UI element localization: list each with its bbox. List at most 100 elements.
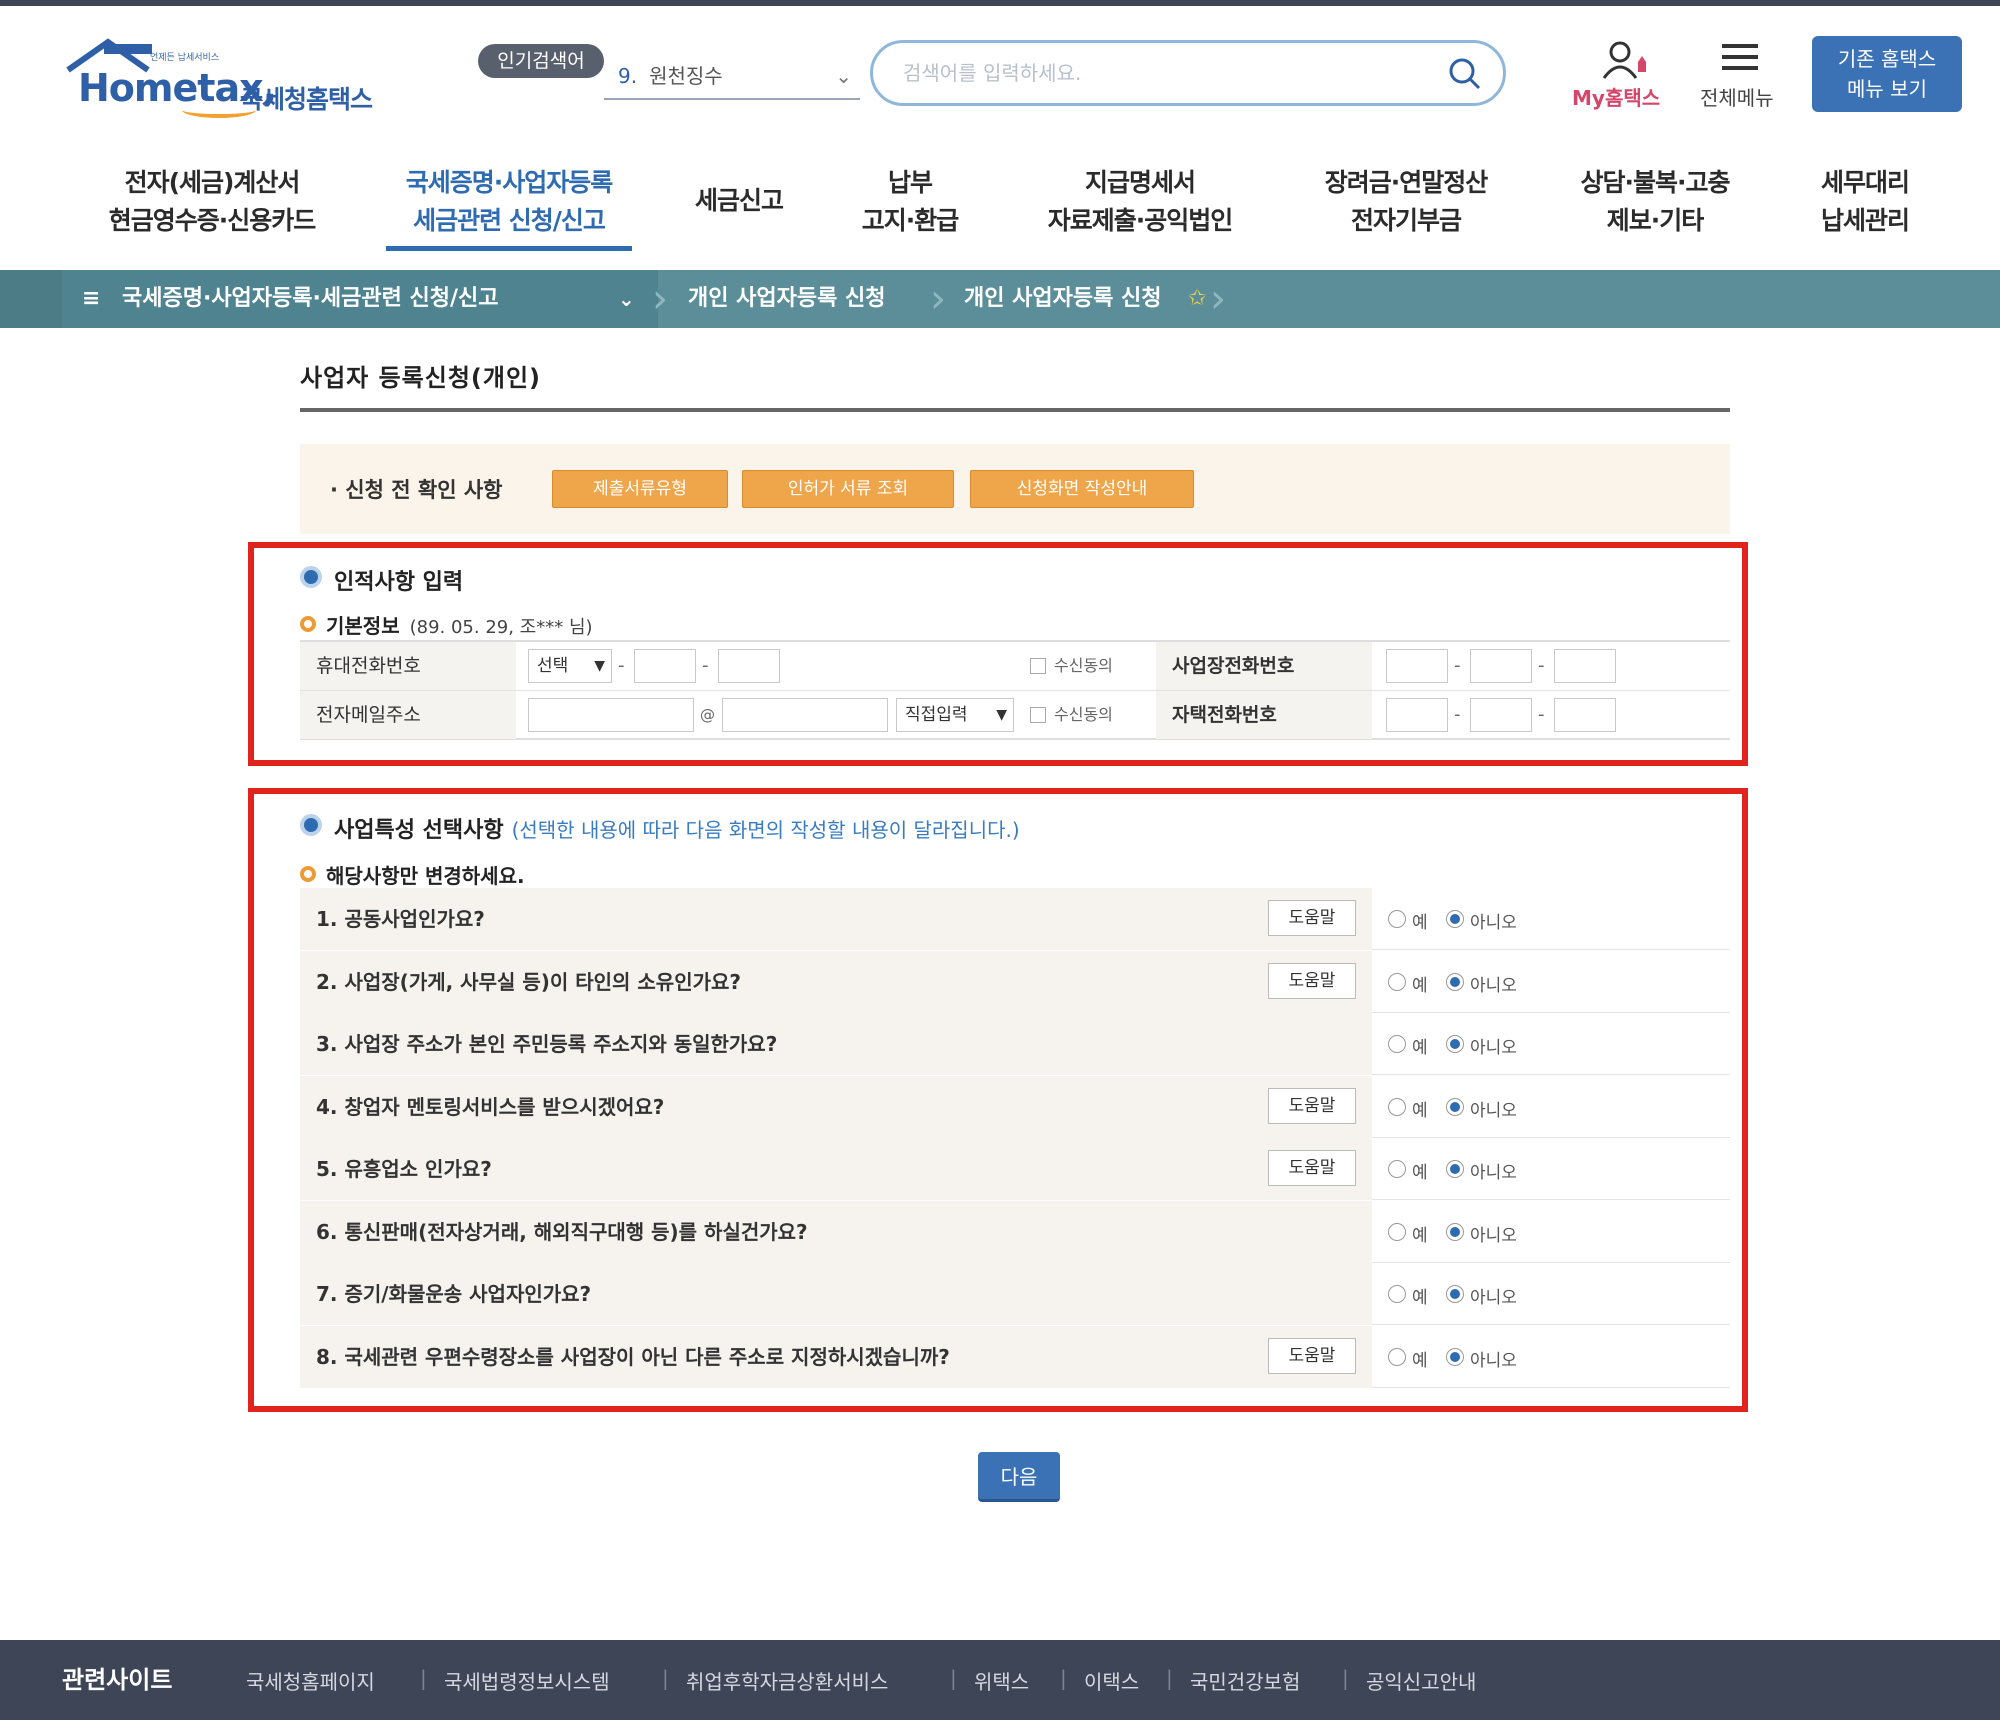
footer-separator: | xyxy=(1060,1666,1067,1690)
search-icon[interactable] xyxy=(1447,56,1483,92)
no-radio[interactable] xyxy=(1446,972,1464,991)
yes-label: 예 xyxy=(1412,1038,1428,1058)
help-button[interactable]: 도움말 xyxy=(1268,900,1356,936)
yes-label: 예 xyxy=(1412,1225,1428,1246)
mobile-label: 휴대전화번호 xyxy=(300,642,516,690)
all-menu-link[interactable]: 전체메뉴 xyxy=(1700,82,1774,111)
form-guide-button[interactable]: 신청화면 작성안내 xyxy=(970,470,1194,508)
no-radio[interactable] xyxy=(1446,1285,1464,1303)
title-divider xyxy=(300,408,1730,412)
help-button[interactable]: 도움말 xyxy=(1268,1150,1356,1186)
home-phone-last-input[interactable] xyxy=(1554,698,1616,732)
gnb-item-consult[interactable]: 상담·불복·고충 제보·기타 xyxy=(1550,164,1760,240)
chevron-down-icon: ▼ xyxy=(996,707,1007,723)
search-input[interactable]: 검색어를 입력하세요. xyxy=(870,40,1506,106)
footer-link[interactable]: 취업후학자금상환서비스 xyxy=(686,1666,888,1695)
select-value: 직접입력 xyxy=(905,705,968,725)
mobile-last-input[interactable] xyxy=(718,649,780,683)
hamburger-menu-icon[interactable] xyxy=(1722,44,1758,74)
yes-radio[interactable] xyxy=(1388,1222,1406,1241)
no-radio[interactable] xyxy=(1446,910,1464,928)
no-radio[interactable] xyxy=(1446,1160,1464,1178)
next-button[interactable]: 다음 xyxy=(978,1452,1060,1502)
favorite-star-icon[interactable]: ✩ xyxy=(1188,270,1206,328)
yes-radio[interactable] xyxy=(1388,1347,1406,1366)
chevron-down-icon[interactable]: ⌄ xyxy=(618,270,635,328)
email-id-input[interactable] xyxy=(528,698,694,732)
user-icon[interactable] xyxy=(1598,40,1652,80)
old-menu-button[interactable]: 기존 홈택스 메뉴 보기 xyxy=(1812,36,1962,112)
gnb-label: 세금관련 신청/신고 xyxy=(413,206,606,235)
no-radio[interactable] xyxy=(1446,1097,1464,1116)
no-radio[interactable] xyxy=(1446,1347,1464,1366)
gnb-item-statement[interactable]: 지급명세서 자료제출·공익법인 xyxy=(1030,164,1250,240)
question-row: 6. 통신판매(전자상거래, 해외직구대행 등)를 하실건가요? 예 아니오 xyxy=(300,1200,1730,1263)
footer-link[interactable]: 위택스 xyxy=(974,1666,1029,1695)
footer-link[interactable]: 국세청홈페이지 xyxy=(246,1666,375,1695)
sms-consent-checkbox[interactable] xyxy=(1030,658,1046,674)
footer-link[interactable]: 국세법령정보시스템 xyxy=(444,1666,610,1695)
footer-separator: | xyxy=(1166,1666,1173,1690)
logo-tagline: 언제든 납세서비스 xyxy=(150,53,220,63)
breadcrumb-item-category[interactable]: 국세증명·사업자등록·세금관련 신청/신고 xyxy=(122,270,499,328)
basic-info-heading: 기본정보 (89. 05. 29, 조*** 님) xyxy=(326,610,593,639)
dash: - xyxy=(1454,704,1461,725)
biz-phone-last-input[interactable] xyxy=(1554,649,1616,683)
breadcrumb-item-menu[interactable]: 개인 사업자등록 신청 xyxy=(688,270,885,328)
biz-phone-middle-input[interactable] xyxy=(1470,649,1532,683)
gnb-label: 국세증명·사업자등록 xyxy=(405,168,614,197)
section-bullet-icon xyxy=(300,566,322,588)
home-phone-area-input[interactable] xyxy=(1386,698,1448,732)
email-domain-select[interactable]: 직접입력 ▼ xyxy=(896,698,1014,732)
business-traits-heading: 사업특성 선택사항 (선택한 내용에 따라 다음 화면의 작성할 내용이 달라집니… xyxy=(334,812,1020,844)
home-phone-middle-input[interactable] xyxy=(1470,698,1532,732)
yes-radio[interactable] xyxy=(1388,1160,1406,1178)
mobile-middle-input[interactable] xyxy=(634,649,696,683)
yes-label: 예 xyxy=(1412,975,1428,996)
popular-search-select[interactable]: 9. 원천징수 ⌄ xyxy=(604,54,860,100)
yes-label: 예 xyxy=(1412,1350,1428,1371)
footer-link[interactable]: 이택스 xyxy=(1084,1666,1139,1695)
yes-radio[interactable] xyxy=(1388,1285,1406,1303)
email-domain-input[interactable] xyxy=(722,698,888,732)
gnb-item-certificate[interactable]: 국세증명·사업자등록 세금관련 신청/신고 xyxy=(386,164,632,240)
permit-lookup-button[interactable]: 인허가 서류 조회 xyxy=(742,470,954,508)
no-label: 아니오 xyxy=(1470,1225,1517,1246)
sub-bullet-icon xyxy=(300,616,316,632)
no-label: 아니오 xyxy=(1470,1163,1517,1183)
question-row: 5. 유흥업소 인가요? 도움말 예 아니오 xyxy=(300,1138,1730,1200)
help-button[interactable]: 도움말 xyxy=(1268,1337,1356,1374)
yes-radio[interactable] xyxy=(1388,1097,1406,1116)
question-text: 1. 공동사업인가요? xyxy=(300,888,1372,950)
gnb-item-tax-report[interactable]: 세금신고 xyxy=(676,182,802,220)
gnb-label: 납세관리 xyxy=(1820,206,1910,235)
email-consent-checkbox[interactable] xyxy=(1030,707,1046,723)
gnb-item-payment[interactable]: 납부 고지·환급 xyxy=(842,164,978,240)
gnb-item-tax-agent[interactable]: 세무대리 납세관리 xyxy=(1800,164,1930,240)
my-hometax-link[interactable]: My홈택스 xyxy=(1572,82,1660,111)
mobile-prefix-select[interactable]: 선택 ▼ xyxy=(528,649,612,683)
yes-radio[interactable] xyxy=(1388,910,1406,928)
at-sign: @ xyxy=(700,706,715,724)
popular-search-badge: 인기검색어 xyxy=(478,44,604,78)
yes-radio[interactable] xyxy=(1388,1035,1406,1053)
biz-phone-area-input[interactable] xyxy=(1386,649,1448,683)
gnb-item-incentive[interactable]: 장려금·연말정산 전자기부금 xyxy=(1296,164,1516,240)
question-text: 6. 통신판매(전자상거래, 해외직구대행 등)를 하실건가요? xyxy=(300,1200,1372,1263)
yes-radio[interactable] xyxy=(1388,972,1406,991)
gnb-item-invoice[interactable]: 전자(세금)계산서 현금영수증·신용카드 xyxy=(92,164,332,240)
no-radio[interactable] xyxy=(1446,1222,1464,1241)
footer-link[interactable]: 국민건강보험 xyxy=(1190,1666,1300,1695)
no-label: 아니오 xyxy=(1470,1038,1517,1058)
help-button[interactable]: 도움말 xyxy=(1268,962,1356,999)
document-type-button[interactable]: 제출서류유형 xyxy=(552,470,728,508)
footer-link[interactable]: 공익신고안내 xyxy=(1366,1666,1476,1695)
help-button[interactable]: 도움말 xyxy=(1268,1087,1356,1124)
traits-subheading: 해당사항만 변경하세요. xyxy=(326,864,525,888)
no-radio[interactable] xyxy=(1446,1035,1464,1053)
email-label: 전자메일주소 xyxy=(300,691,516,739)
dash: - xyxy=(618,655,625,676)
dash: - xyxy=(1454,655,1461,676)
hometax-logo[interactable]: 언제든 납세서비스 Hometax, 국세청홈택스 xyxy=(64,36,384,126)
breadcrumb-separator-icon: › xyxy=(652,276,668,322)
